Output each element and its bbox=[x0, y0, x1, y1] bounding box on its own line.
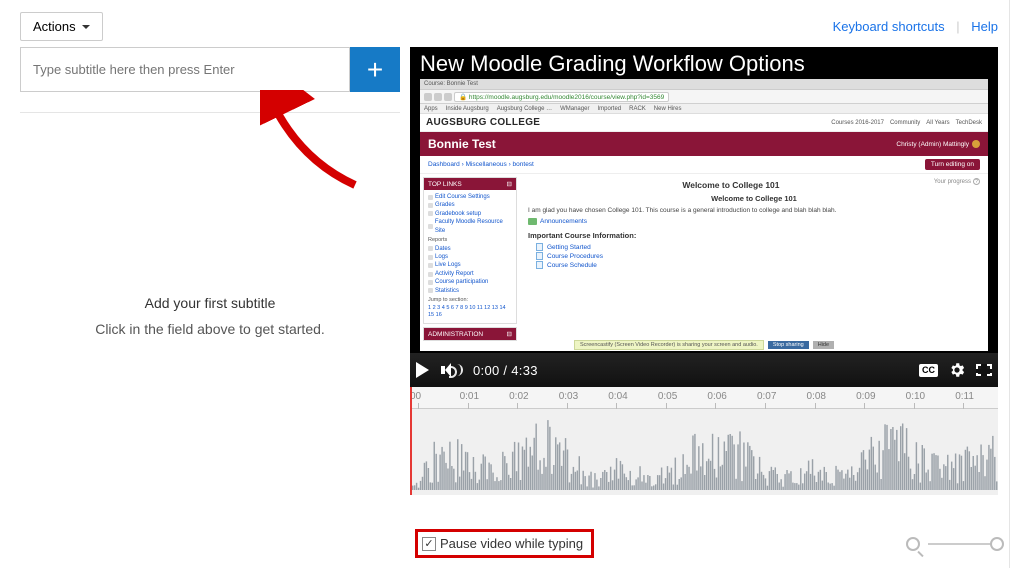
ruler-tick: 0:04 bbox=[608, 391, 627, 402]
timeline[interactable]: 000:010:020:030:040:050:060:070:080:090:… bbox=[410, 387, 998, 495]
ruler-tick: 0:08 bbox=[807, 391, 826, 402]
ruler-tick: 0:06 bbox=[707, 391, 726, 402]
pause-while-typing-checkbox[interactable]: ✓ Pause video while typing bbox=[415, 529, 594, 558]
back-icon bbox=[424, 93, 432, 101]
ruler-tick: 0:11 bbox=[955, 391, 974, 402]
settings-button[interactable] bbox=[948, 361, 966, 379]
help-link[interactable]: Help bbox=[971, 19, 998, 34]
zoom-slider[interactable] bbox=[928, 543, 998, 545]
top-links: Keyboard shortcuts | Help bbox=[833, 19, 998, 34]
pause-label: Pause video while typing bbox=[440, 536, 583, 551]
add-subtitle-button[interactable]: + bbox=[350, 47, 400, 92]
caret-down-icon bbox=[82, 25, 90, 29]
placeholder-line1: Add your first subtitle bbox=[145, 295, 276, 311]
waveform[interactable] bbox=[410, 409, 998, 495]
ruler-tick: 0:02 bbox=[509, 391, 528, 402]
separator: | bbox=[956, 19, 959, 34]
recorder-bar: Screencastify (Screen Video Recorder) is… bbox=[420, 339, 988, 351]
placeholder-line2: Click in the field above to get started. bbox=[95, 321, 325, 337]
cc-button[interactable]: CC bbox=[919, 364, 938, 377]
keyboard-shortcuts-link[interactable]: Keyboard shortcuts bbox=[833, 19, 945, 34]
breadcrumb: Dashboard › Miscellaneous › bontest bbox=[428, 161, 534, 168]
play-button[interactable] bbox=[416, 362, 429, 378]
user-name: Christy (Admin) Mattingly bbox=[896, 140, 980, 148]
volume-button[interactable] bbox=[441, 362, 461, 378]
actions-label: Actions bbox=[33, 19, 76, 34]
checkbox-icon: ✓ bbox=[422, 537, 436, 551]
reload-icon bbox=[444, 93, 452, 101]
turn-editing-on-button: Turn editing on bbox=[925, 159, 980, 170]
ruler-tick: 0:09 bbox=[856, 391, 875, 402]
course-name: Bonnie Test bbox=[428, 137, 496, 151]
zoom-control[interactable] bbox=[906, 537, 998, 551]
ruler-tick: 0:05 bbox=[658, 391, 677, 402]
video-title: New Moodle Grading Workflow Options bbox=[420, 51, 805, 77]
browser-tab: Course: Bonnie Test bbox=[424, 81, 478, 87]
ruler-tick: 0:03 bbox=[559, 391, 578, 402]
fullscreen-button[interactable] bbox=[976, 364, 992, 376]
time-ruler: 000:010:020:030:040:050:060:070:080:090:… bbox=[410, 387, 998, 409]
subtitle-input[interactable] bbox=[20, 47, 350, 92]
college-logo: AUGSBURG COLLEGE bbox=[426, 117, 540, 128]
bookmarks-bar: Apps Inside Augsburg Augsburg College … … bbox=[420, 104, 988, 114]
forward-icon bbox=[434, 93, 442, 101]
time-display: 0:00 / 4:33 bbox=[473, 363, 538, 378]
subtitle-list-placeholder: Add your first subtitle Click in the fie… bbox=[20, 112, 400, 519]
player-controls: 0:00 / 4:33 CC bbox=[410, 353, 998, 387]
zoom-icon bbox=[906, 537, 920, 551]
ruler-tick: 0:07 bbox=[757, 391, 776, 402]
timeline-cursor[interactable] bbox=[410, 387, 412, 495]
video-player[interactable]: New Moodle Grading Workflow Options Cour… bbox=[410, 47, 998, 387]
ruler-tick: 0:10 bbox=[906, 391, 925, 402]
video-frame-content: Course: Bonnie Test 🔒 https://moodle.aug… bbox=[420, 79, 988, 351]
url-bar: 🔒 https://moodle.augsburg.edu/moodle2016… bbox=[454, 92, 669, 102]
actions-dropdown[interactable]: Actions bbox=[20, 12, 103, 41]
ruler-tick: 0:01 bbox=[460, 391, 479, 402]
